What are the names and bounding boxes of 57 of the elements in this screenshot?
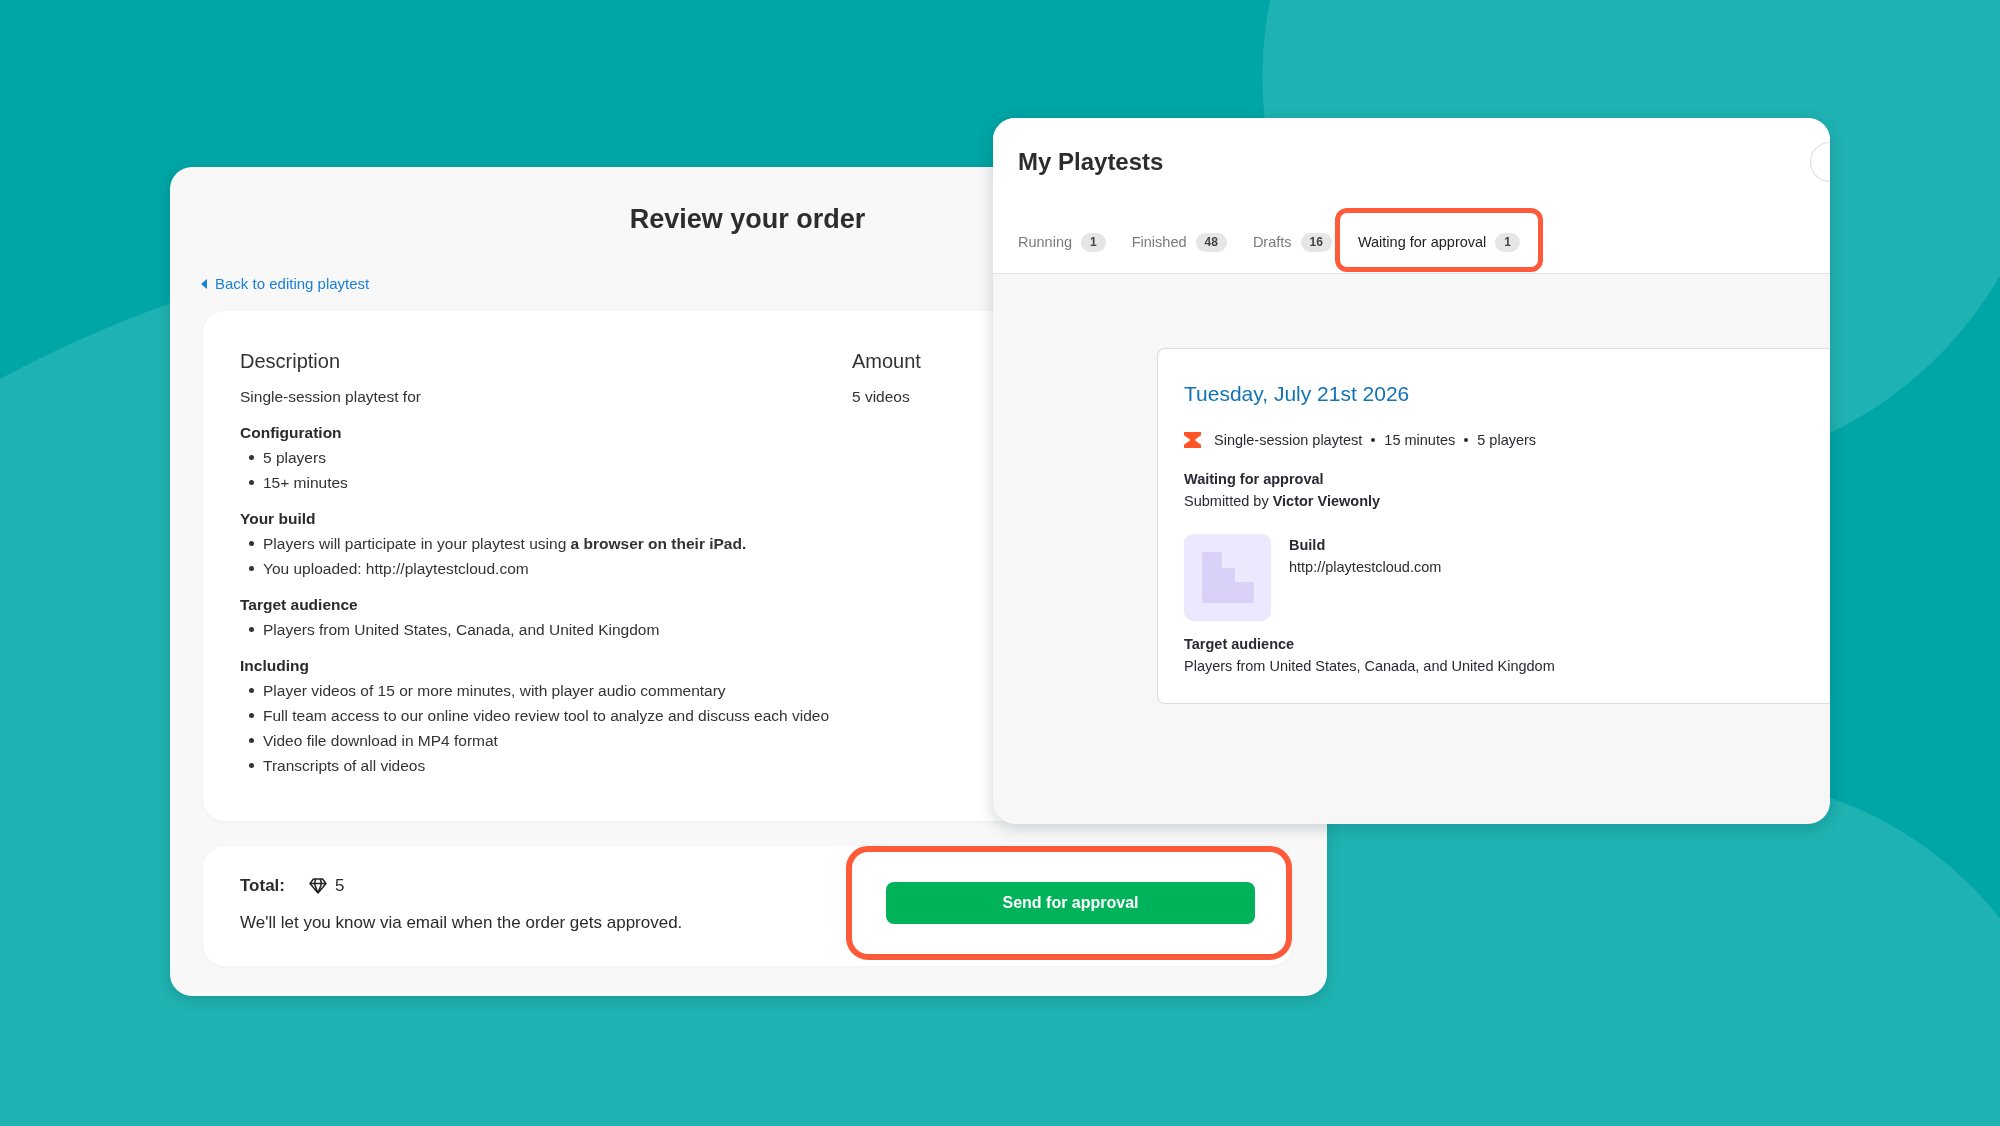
bullet-icon <box>249 688 254 693</box>
bullet-icon <box>249 738 254 743</box>
circle-button[interactable] <box>1810 142 1830 182</box>
caret-left-icon <box>201 279 207 289</box>
column-heading: Amount <box>852 349 921 373</box>
list-item-text: Player videos of 15 or more minutes, with player audio commentary <box>263 681 726 700</box>
approval-note: We'll let you know via email when the order gets approved. <box>240 912 683 934</box>
gem-icon <box>309 878 327 894</box>
item-amount: 5 videos <box>852 387 910 407</box>
build-label: Build <box>1289 536 1326 555</box>
bullet-icon <box>249 480 254 485</box>
stairs-icon <box>1184 534 1271 621</box>
audience-text: Players from United States, Canada, and United Kingdom <box>1184 657 1555 676</box>
list-item-text: Transcripts of all videos <box>263 756 426 775</box>
item-description: Single-session playtest for <box>240 387 421 407</box>
bullet-icon <box>249 455 254 460</box>
section-heading: Your build <box>240 509 316 529</box>
list-item-text: Players will participate in your playtest using a browser on their iPad. <box>263 534 747 553</box>
panel-title: My Playtests <box>1018 148 1164 176</box>
tab[interactable]: Running 1 <box>1018 230 1106 254</box>
tab[interactable]: Drafts 16 <box>1252 230 1332 254</box>
list-item-text: Video file download in MP4 format <box>263 731 498 750</box>
count-badge: 1 <box>1495 232 1520 252</box>
bullet-icon <box>249 566 254 571</box>
section-heading: Configuration <box>240 423 342 443</box>
section-heading: Including <box>240 656 309 676</box>
dot-icon <box>1464 438 1469 442</box>
column-heading: Description <box>240 349 341 373</box>
list-item-text: 15+ minutes <box>263 473 348 492</box>
total-label: Total: <box>240 876 285 896</box>
bullet-icon <box>249 541 254 546</box>
hourglass-icon <box>1184 432 1201 448</box>
submitted-by-text: Submitted by Victor Viewonly <box>1184 492 1381 511</box>
tab[interactable]: Waiting for approval 1 <box>1357 230 1520 254</box>
count-badge: 48 <box>1195 232 1227 252</box>
status-label: Waiting for approval <box>1184 470 1324 489</box>
playtest-detail: Single-session playtest <box>1214 432 1363 448</box>
list-item-text: You uploaded: http://playtestcloud.com <box>263 559 529 578</box>
audience-label: Target audience <box>1184 635 1295 654</box>
section-heading: Target audience <box>240 595 358 615</box>
list-item-text: Full team access to our online video review tool to analyze and discuss each video <box>263 706 830 725</box>
list-item-text: 5 players <box>263 448 326 467</box>
tab[interactable]: Finished 48 <box>1131 230 1227 254</box>
playtest-detail: 15 minutes <box>1384 432 1456 448</box>
count-badge: 1 <box>1081 232 1106 252</box>
total-amount: 5 <box>335 876 345 896</box>
page-title: Review your order <box>629 203 866 235</box>
bullet-icon <box>249 763 254 768</box>
playtest-date: Tuesday, July 21st 2026 <box>1184 381 1410 407</box>
dot-icon <box>1371 438 1376 442</box>
playtest-detail: 5 players <box>1477 432 1537 448</box>
bullet-icon <box>249 713 254 718</box>
list-item-text: Players from United States, Canada, and United Kingdom <box>263 620 660 639</box>
build-url: http://playtestcloud.com <box>1289 558 1442 577</box>
back-link[interactable]: Back to editing playtest <box>201 274 370 294</box>
bullet-icon <box>249 627 254 632</box>
count-badge: 16 <box>1300 232 1332 252</box>
